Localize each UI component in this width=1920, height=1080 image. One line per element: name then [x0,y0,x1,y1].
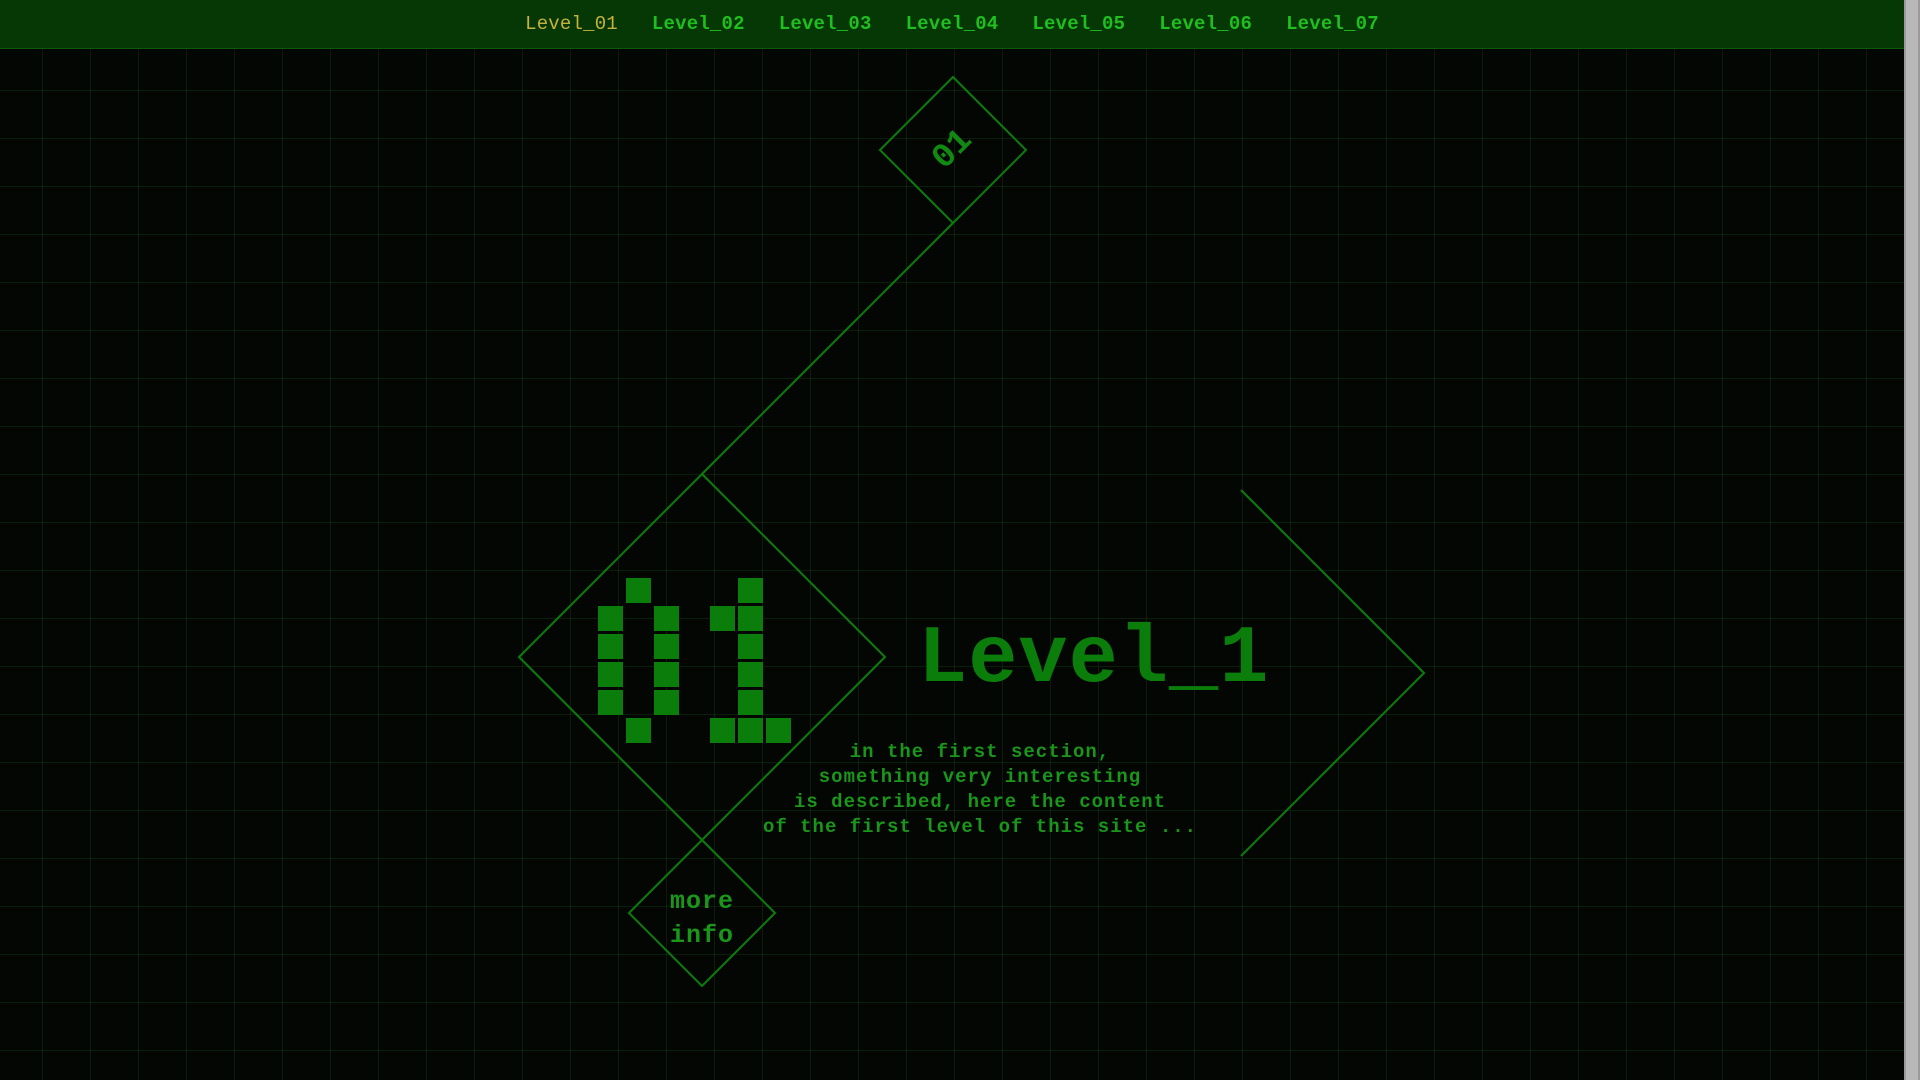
more-info-link[interactable]: more info [627,885,777,953]
level-diagram: 01 [517,75,1426,988]
vertical-scrollbar[interactable] [1904,0,1920,1080]
level-description: in the first section, something very int… [762,741,1198,838]
scrollbar-thumb[interactable] [1906,0,1918,1080]
level-title: Level_1 [918,613,1270,706]
connector-line [701,222,954,475]
badge-number: 01 [925,122,981,178]
pixel-digits-01-icon [598,578,791,743]
